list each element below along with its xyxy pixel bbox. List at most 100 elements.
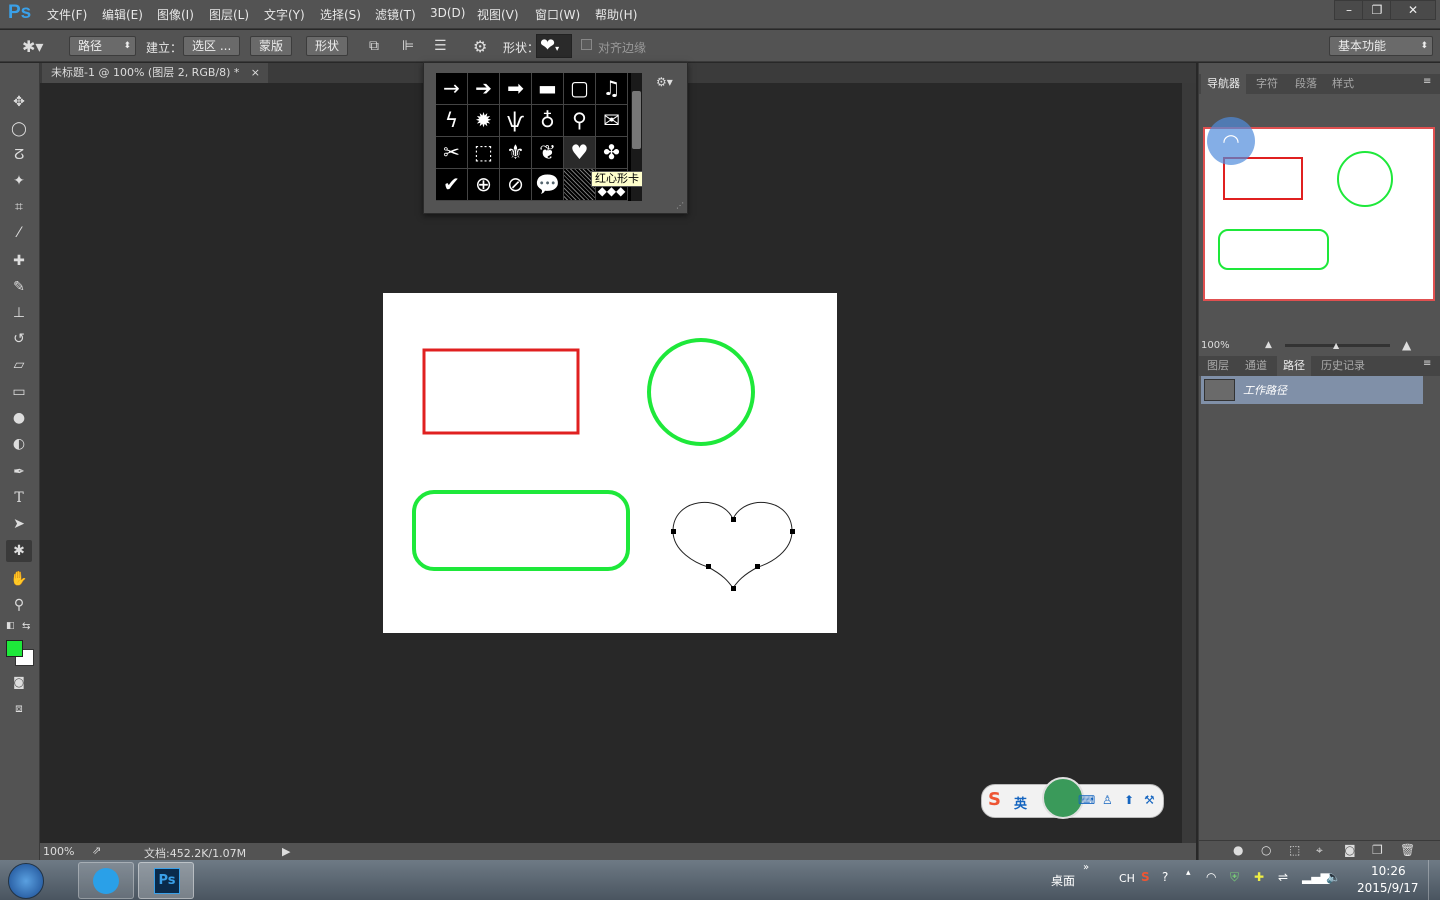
eraser-tool-icon[interactable]: ▱ — [6, 354, 32, 376]
delete-path-icon[interactable]: 🗑 — [1400, 843, 1415, 857]
make-path-icon[interactable]: ⌖ — [1316, 843, 1323, 858]
skin-icon[interactable]: ⬆ — [1124, 793, 1134, 807]
menu-layer[interactable]: 图层(L) — [209, 6, 249, 23]
tab-layers[interactable]: 图层 — [1201, 356, 1235, 376]
wifi-tray-icon[interactable]: ◠ — [1206, 870, 1216, 884]
magic-wand-icon[interactable]: ✦ — [6, 170, 32, 192]
tray-expand-icon[interactable]: ▴ — [1186, 868, 1191, 878]
type-tool-icon[interactable]: T — [6, 487, 32, 509]
document-tab[interactable]: 未标题-1 @ 100% (图层 2, RGB/8) * × — [42, 63, 268, 83]
shape-button[interactable]: 形状 — [306, 36, 349, 56]
zoom-out-icon[interactable]: ▲ — [1265, 340, 1272, 350]
path-arrangement-icon[interactable]: ☰ — [434, 38, 447, 54]
user-icon[interactable]: ♙ — [1102, 793, 1113, 807]
pushpin-icon[interactable]: ⚲ — [564, 105, 596, 137]
marquee-tool-icon[interactable]: ◯ — [6, 118, 32, 140]
banner-icon[interactable]: ▬ — [532, 73, 564, 105]
tab-styles[interactable]: 样式 — [1326, 74, 1360, 94]
zoom-tool-icon[interactable]: ⚲ — [6, 594, 32, 616]
close-button[interactable]: ✕ — [1390, 0, 1436, 20]
navigator-preview[interactable]: ◠ — [1203, 117, 1435, 301]
lasso-tool-icon[interactable]: ⵒ — [6, 144, 32, 166]
heart-path[interactable] — [671, 501, 795, 591]
crop-tool-icon[interactable]: ⌗ — [6, 196, 32, 218]
default-colors-icon[interactable]: ◧ — [6, 621, 15, 631]
taskbar-app-browser[interactable] — [78, 862, 134, 899]
resize-grip-icon[interactable]: ⋰ — [676, 201, 684, 210]
ime-mode[interactable]: 英 — [1014, 793, 1027, 812]
security-icon[interactable]: ✚ — [1254, 870, 1264, 884]
quick-mask-icon[interactable]: ◙ — [6, 671, 32, 693]
checkmark-icon[interactable]: ✔ — [436, 169, 468, 201]
hand-tool-icon[interactable]: ✋ — [6, 568, 32, 590]
screen-mode-icon[interactable]: ⧈ — [6, 697, 32, 719]
stamp-frame-icon[interactable]: ⬚ — [468, 137, 500, 169]
red-rectangle[interactable] — [422, 348, 580, 435]
foreground-color-swatch[interactable] — [6, 640, 23, 657]
language-indicator[interactable]: CH — [1119, 872, 1135, 885]
show-desktop-button[interactable] — [1428, 860, 1440, 900]
path-operations-icon[interactable]: ⧉ — [369, 38, 379, 54]
shield-icon[interactable]: ⛨ — [1230, 870, 1239, 885]
menu-image[interactable]: 图像(I) — [157, 6, 194, 23]
target-icon[interactable]: ⊕ — [468, 169, 500, 201]
path-select-icon[interactable]: ➤ — [6, 513, 32, 535]
mode-select[interactable]: 路径 ⬍ — [69, 36, 136, 56]
envelope-icon[interactable]: ✉ — [596, 105, 628, 137]
vertical-scrollbar[interactable] — [1182, 83, 1196, 843]
menu-3d[interactable]: 3D(D) — [430, 6, 465, 20]
menu-help[interactable]: 帮助(H) — [595, 6, 637, 23]
clock-time[interactable]: 10:26 — [1371, 864, 1406, 878]
add-mask-icon[interactable]: ◙ — [1344, 843, 1356, 857]
align-edges-checkbox[interactable] — [581, 39, 592, 50]
gradient-tool-icon[interactable]: ▭ — [6, 381, 32, 403]
speech-bubble-icon[interactable]: 💬 — [532, 169, 564, 201]
scissors-icon[interactable]: ✂ — [436, 137, 468, 169]
zoom-in-icon[interactable]: ▲ — [1402, 338, 1411, 352]
fill-path-icon[interactable]: ● — [1233, 843, 1243, 857]
path-alignment-icon[interactable]: ⊫ — [402, 38, 414, 54]
mask-button[interactable]: 蒙版 — [250, 36, 293, 56]
load-selection-icon[interactable]: ⬚ — [1289, 843, 1300, 857]
document-canvas[interactable] — [383, 293, 837, 633]
move-tool-icon[interactable]: ✥ — [6, 91, 32, 113]
menu-type[interactable]: 文字(Y) — [264, 6, 305, 23]
healing-brush-icon[interactable]: ✚ — [6, 250, 32, 272]
brush-tool-icon[interactable]: ✎ — [6, 276, 32, 298]
tab-paragraph[interactable]: 段落 — [1289, 74, 1323, 94]
status-zoom[interactable]: 100% — [43, 845, 74, 858]
selection-button[interactable]: 选区 ... — [183, 36, 241, 56]
gear-icon[interactable]: ⚙ — [473, 37, 487, 56]
taskbar-app-photoshop[interactable]: Ps — [138, 862, 194, 899]
zoom-slider-thumb[interactable]: ▲ — [1333, 341, 1339, 350]
scrollbar-thumb[interactable] — [632, 91, 641, 149]
green-rounded-rectangle[interactable] — [412, 490, 630, 571]
arrow-icon[interactable]: ➔ — [468, 73, 500, 105]
lightbulb-icon[interactable]: ♁ — [532, 105, 564, 137]
export-icon[interactable]: ⇗ — [92, 844, 101, 857]
custom-shape-tool-icon[interactable]: ✱ — [6, 540, 32, 562]
lightning-icon[interactable]: ϟ — [436, 105, 468, 137]
path-item-work-path[interactable]: 工作路径 — [1201, 376, 1423, 404]
gear-icon[interactable]: ⚙▾ — [656, 75, 673, 89]
blur-tool-icon[interactable]: ● — [6, 407, 32, 429]
sogou-tray-icon[interactable]: S — [1141, 870, 1150, 884]
new-path-icon[interactable]: ❐ — [1372, 843, 1383, 857]
dodge-tool-icon[interactable]: ◐ — [6, 433, 32, 455]
grass-icon[interactable]: ѱ — [500, 105, 532, 137]
arrow-bold-icon[interactable]: ➡ — [500, 73, 532, 105]
fleur-de-lis-icon[interactable]: ⚜ — [500, 137, 532, 169]
arrow-thin-icon[interactable]: → — [436, 73, 468, 105]
chevron-icon[interactable]: » — [1083, 862, 1089, 873]
navigator-zoom[interactable]: 100% — [1201, 340, 1230, 351]
tab-paths[interactable]: 路径 — [1277, 356, 1311, 376]
keyboard-icon[interactable]: ⌨ — [1078, 793, 1095, 807]
clock-date[interactable]: 2015/9/17 — [1357, 881, 1419, 895]
menu-edit[interactable]: 编辑(E) — [102, 6, 143, 23]
menu-window[interactable]: 窗口(W) — [535, 6, 580, 23]
wifi-floating-icon[interactable]: ◠ — [1207, 117, 1255, 165]
tab-close-icon[interactable]: × — [251, 63, 260, 83]
minimize-button[interactable]: – — [1334, 0, 1364, 20]
puzzle-icon[interactable]: ✤ — [596, 137, 628, 169]
tab-channels[interactable]: 通道 — [1239, 356, 1273, 376]
